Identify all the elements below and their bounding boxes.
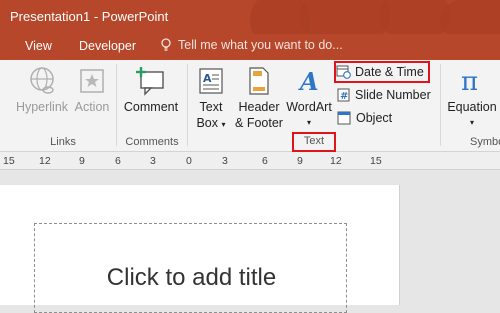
object-label: Object bbox=[356, 111, 393, 125]
header-footer-button[interactable]: Header & Footer bbox=[232, 66, 286, 131]
hyperlink-button[interactable]: Hyperlink bbox=[14, 66, 70, 115]
text-box-icon: A bbox=[199, 68, 223, 94]
ruler-mark: 6 bbox=[115, 155, 121, 167]
dropdown-arrow-icon: ▾ bbox=[469, 118, 474, 127]
slide-number-label: Slide Number bbox=[355, 88, 431, 102]
comment-label: Comment bbox=[123, 100, 179, 114]
svg-text:#: # bbox=[340, 91, 348, 102]
slide[interactable]: Click to add title bbox=[0, 185, 400, 313]
ruler-mark: 3 bbox=[150, 155, 156, 167]
svg-text:π: π bbox=[461, 67, 478, 96]
equation-label: Equation bbox=[447, 100, 497, 114]
ruler-mark: 0 bbox=[186, 155, 192, 167]
slide-number-button[interactable]: # Slide Number bbox=[337, 87, 431, 103]
tab-view[interactable]: View bbox=[25, 39, 52, 53]
action-button[interactable]: Action bbox=[72, 66, 112, 115]
action-star-icon bbox=[80, 69, 104, 93]
dropdown-arrow-icon: ▾ bbox=[221, 120, 226, 129]
ruler-mark: 9 bbox=[79, 155, 85, 167]
date-time-button[interactable]: Date & Time bbox=[334, 61, 430, 83]
svg-text:A: A bbox=[298, 67, 319, 96]
ruler-mark: 9 bbox=[297, 155, 303, 167]
equation-button[interactable]: π Equation ▾ bbox=[444, 66, 500, 131]
ruler-mark: 15 bbox=[3, 155, 15, 167]
header-footer-label-line2: & Footer bbox=[235, 116, 283, 130]
header-footer-icon bbox=[249, 67, 269, 95]
slide-canvas: Click to add title bbox=[0, 171, 500, 313]
action-label: Action bbox=[74, 100, 110, 114]
comments-group-label: Comments bbox=[125, 136, 179, 148]
ruler-mark: 6 bbox=[262, 155, 268, 167]
ribbon-tab-bar: View Developer Tell me what you want to … bbox=[0, 34, 500, 60]
group-separator bbox=[116, 64, 117, 146]
text-box-label-line1: Text bbox=[199, 100, 223, 114]
object-button[interactable]: Object bbox=[337, 110, 392, 126]
group-separator bbox=[187, 64, 188, 146]
ruler-mark: 12 bbox=[330, 155, 342, 167]
symbols-group-label: Symbo bbox=[470, 136, 500, 148]
ruler-mark: 3 bbox=[222, 155, 228, 167]
globe-link-icon bbox=[30, 67, 54, 94]
wordart-label: WordArt bbox=[286, 100, 332, 114]
ribbon: Hyperlink Action Links Comment Comments … bbox=[0, 60, 500, 152]
title-bar: Presentation1 - PowerPoint bbox=[0, 0, 500, 34]
tab-developer[interactable]: Developer bbox=[79, 39, 136, 53]
header-footer-label-line1: Header bbox=[238, 100, 280, 114]
object-icon bbox=[337, 111, 351, 125]
date-time-label: Date & Time bbox=[355, 65, 424, 79]
ruler-mark: 15 bbox=[370, 155, 382, 167]
horizontal-ruler: 15 12 9 6 3 0 3 6 9 12 15 bbox=[0, 152, 500, 170]
wordart-button[interactable]: A WordArt ▾ bbox=[286, 66, 332, 131]
wordart-icon: A bbox=[298, 67, 319, 96]
title-placeholder-text: Click to add title bbox=[106, 264, 277, 291]
text-box-label-line2: Box ▾ bbox=[196, 116, 226, 130]
comment-icon bbox=[136, 67, 164, 96]
dropdown-arrow-icon: ▾ bbox=[306, 118, 311, 127]
group-separator bbox=[440, 64, 441, 146]
hyperlink-label: Hyperlink bbox=[15, 100, 69, 114]
calendar-clock-icon bbox=[336, 65, 351, 79]
lightbulb-icon bbox=[161, 38, 171, 51]
ruler-mark: 12 bbox=[39, 155, 51, 167]
tell-me-search[interactable]: Tell me what you want to do... bbox=[160, 38, 343, 52]
text-box-button[interactable]: A Text Box ▾ bbox=[192, 66, 230, 133]
svg-text:A: A bbox=[203, 72, 212, 85]
comment-button[interactable]: Comment bbox=[120, 66, 182, 115]
links-group-label: Links bbox=[50, 136, 76, 148]
window-title: Presentation1 - PowerPoint bbox=[10, 9, 169, 24]
pi-icon: π bbox=[461, 67, 478, 96]
slide-number-icon: # bbox=[337, 88, 350, 102]
text-group-label: Text bbox=[292, 132, 336, 152]
tell-me-placeholder: Tell me what you want to do... bbox=[178, 38, 343, 52]
